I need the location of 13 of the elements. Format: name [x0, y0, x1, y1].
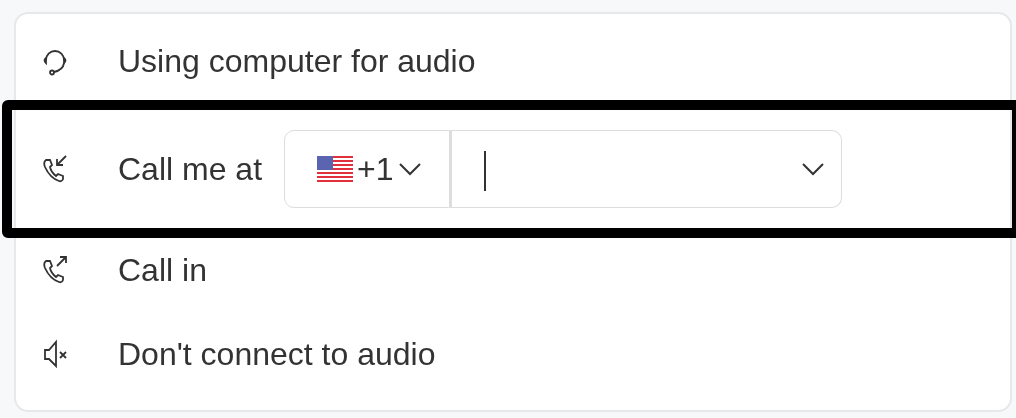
- country-code-dropdown[interactable]: +1: [284, 130, 451, 208]
- chevron-icon: [801, 162, 826, 176]
- option-label[interactable]: Using computer for audio: [118, 42, 476, 80]
- option-label[interactable]: Call in: [118, 251, 207, 289]
- outgoing-call-icon: [42, 255, 68, 285]
- text-cursor: [484, 151, 487, 191]
- flag-icon: [317, 156, 354, 182]
- chevron-icon: [397, 162, 422, 176]
- incoming-call-icon: [42, 154, 68, 184]
- option-label[interactable]: Don't connect to audio: [118, 335, 436, 373]
- option-label[interactable]: Call me at: [118, 150, 263, 188]
- speaker-muted-icon: [42, 339, 68, 369]
- phone-number-field[interactable]: [450, 130, 843, 208]
